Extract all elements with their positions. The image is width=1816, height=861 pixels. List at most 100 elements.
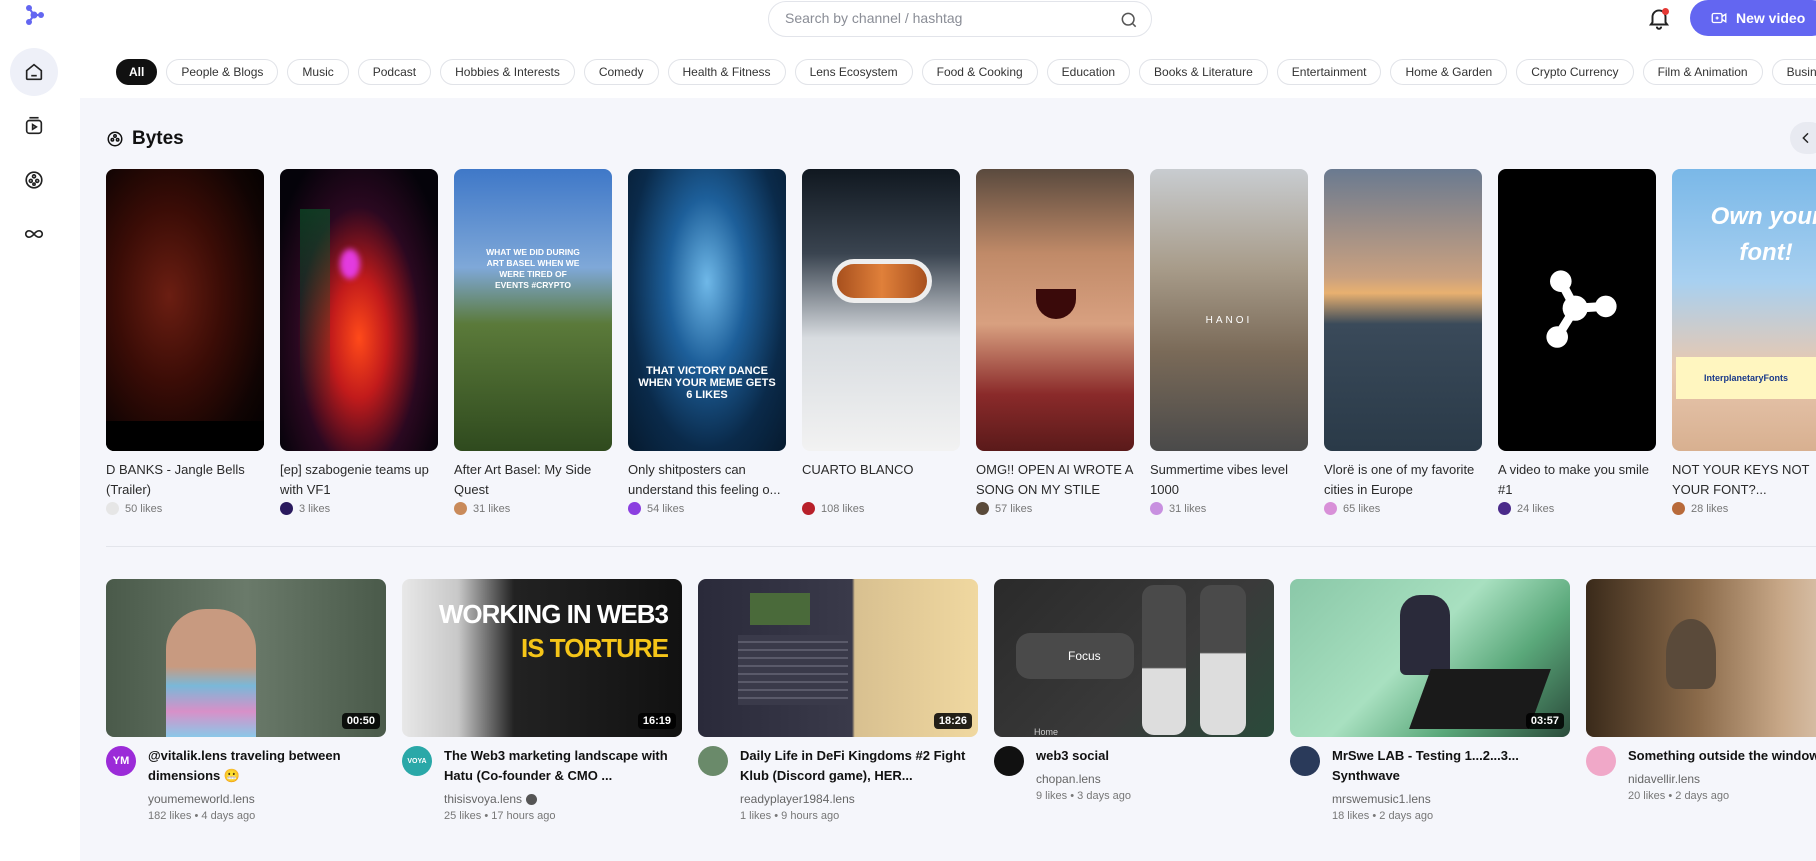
channel-avatar[interactable]: VOYA — [402, 746, 432, 776]
byte-card[interactable]: THAT VICTORY DANCE WHEN YOUR MEME GETS 6… — [628, 169, 786, 515]
channel-handle[interactable]: chopan.lens — [1036, 772, 1101, 786]
byte-overlay-text: WHAT WE DID DURING ART BASEL WHEN WE WER… — [486, 247, 580, 290]
video-card[interactable]: Something outside the window nidavellir.… — [1586, 579, 1816, 822]
byte-card[interactable]: [ep] szabogenie teams up with VF1 3 like… — [280, 169, 438, 515]
byte-title[interactable]: CUARTO BLANCO — [802, 460, 960, 500]
byte-thumbnail[interactable] — [1498, 169, 1656, 451]
channel-name[interactable]: chopan.lens — [1036, 772, 1131, 786]
video-card[interactable]: 00:50 YM @vitalik.lens traveling between… — [106, 579, 386, 822]
byte-card[interactable]: HANOI Summertime vibes level 1000 31 lik… — [1150, 169, 1308, 515]
sidebar-item-explore[interactable] — [10, 210, 58, 258]
channel-name[interactable]: thisisvoya.lens — [444, 792, 682, 806]
byte-thumbnail[interactable]: HANOI — [1150, 169, 1308, 451]
channel-avatar[interactable] — [1586, 746, 1616, 776]
video-thumbnail[interactable]: Focus Home — [994, 579, 1274, 737]
byte-thumbnail[interactable] — [106, 169, 264, 451]
chip-home-garden[interactable]: Home & Garden — [1390, 59, 1508, 85]
video-thumbnail[interactable]: 03:57 — [1290, 579, 1570, 737]
video-title[interactable]: web3 social — [1036, 746, 1131, 766]
channel-handle[interactable]: readyplayer1984.lens — [740, 792, 855, 806]
byte-title[interactable]: Summertime vibes level 1000 — [1150, 460, 1308, 500]
byte-title[interactable]: Only shitposters can understand this fee… — [628, 460, 786, 500]
chip-lens[interactable]: Lens Ecosystem — [794, 59, 913, 85]
channel-handle[interactable]: youmemeworld.lens — [148, 792, 255, 806]
video-thumbnail[interactable] — [1586, 579, 1816, 737]
notifications-button[interactable] — [1646, 5, 1672, 31]
channel-avatar[interactable] — [698, 746, 728, 776]
byte-title[interactable]: A video to make you smile #1 — [1498, 460, 1656, 500]
chip-podcast[interactable]: Podcast — [357, 59, 432, 85]
byte-thumbnail[interactable] — [1324, 169, 1482, 451]
byte-card[interactable]: OMG!! OPEN AI WROTE A SONG ON MY STILE 5… — [976, 169, 1134, 515]
chevron-left-icon — [1802, 132, 1809, 144]
byte-title[interactable]: [ep] szabogenie teams up with VF1 — [280, 460, 438, 500]
chip-books[interactable]: Books & Literature — [1139, 59, 1268, 85]
byte-title[interactable]: NOT YOUR KEYS NOT YOUR FONT?... — [1672, 460, 1816, 500]
sidebar-item-home[interactable] — [10, 48, 58, 96]
chip-film[interactable]: Film & Animation — [1642, 59, 1763, 85]
chip-food[interactable]: Food & Cooking — [921, 59, 1038, 85]
chip-education[interactable]: Education — [1046, 59, 1131, 85]
chip-hobbies[interactable]: Hobbies & Interests — [440, 59, 575, 85]
byte-card[interactable]: D BANKS - Jangle Bells (Trailer) 50 like… — [106, 169, 264, 515]
channel-handle[interactable]: nidavellir.lens — [1628, 772, 1700, 786]
channel-name[interactable]: mrswemusic1.lens — [1332, 792, 1570, 806]
new-video-button[interactable]: New video — [1690, 0, 1816, 36]
channel-avatar[interactable] — [994, 746, 1024, 776]
byte-title[interactable]: OMG!! OPEN AI WROTE A SONG ON MY STILE — [976, 460, 1134, 500]
byte-thumbnail[interactable] — [802, 169, 960, 451]
chip-people-blogs[interactable]: People & Blogs — [166, 59, 279, 85]
video-title[interactable]: The Web3 marketing landscape with Hatu (… — [444, 746, 682, 786]
video-title[interactable]: MrSwe LAB - Testing 1...2...3... Synthwa… — [1332, 746, 1570, 786]
channel-name[interactable]: readyplayer1984.lens — [740, 792, 978, 806]
video-stats: 182 likes • 4 days ago — [148, 810, 256, 822]
chip-entertainment[interactable]: Entertainment — [1276, 59, 1382, 85]
byte-card[interactable]: WHAT WE DID DURING ART BASEL WHEN WE WER… — [454, 169, 612, 515]
byte-thumbnail[interactable] — [280, 169, 438, 451]
byte-thumbnail[interactable]: THAT VICTORY DANCE WHEN YOUR MEME GETS 6… — [628, 169, 786, 451]
video-thumbnail[interactable]: 00:50 — [106, 579, 386, 737]
chip-comedy[interactable]: Comedy — [583, 59, 659, 85]
chip-crypto[interactable]: Crypto Currency — [1516, 59, 1634, 85]
channel-avatar[interactable] — [1290, 746, 1320, 776]
video-thumbnail[interactable]: 18:26 — [698, 579, 978, 737]
video-card[interactable]: 03:57 MrSwe LAB - Testing 1...2...3... S… — [1290, 579, 1570, 822]
video-title[interactable]: @vitalik.lens traveling between dimensio… — [148, 746, 386, 786]
video-card[interactable]: 18:26 Daily Life in DeFi Kingdoms #2 Fig… — [698, 579, 978, 822]
search-icon[interactable] — [1119, 10, 1139, 30]
search-input[interactable] — [785, 10, 1105, 26]
byte-thumbnail[interactable]: Own your font! InterplanetaryFonts — [1672, 169, 1816, 451]
channel-avatar[interactable]: YM — [106, 746, 136, 776]
channel-name[interactable]: youmemeworld.lens — [148, 792, 386, 806]
video-card[interactable]: WORKING IN WEB3 IS TORTURE 16:19 VOYA Th… — [402, 579, 682, 822]
byte-thumbnail[interactable] — [976, 169, 1134, 451]
chip-business[interactable]: Business — [1771, 59, 1816, 85]
channel-handle[interactable]: mrswemusic1.lens — [1332, 792, 1431, 806]
app-logo-icon[interactable] — [22, 2, 48, 28]
chip-health[interactable]: Health & Fitness — [667, 59, 786, 85]
byte-title[interactable]: After Art Basel: My Side Quest — [454, 460, 612, 500]
video-duration: 18:26 — [933, 713, 972, 729]
video-icon — [25, 116, 43, 135]
chip-music[interactable]: Music — [287, 59, 349, 85]
sidebar-item-videos[interactable] — [10, 102, 58, 150]
sidebar-item-bytes[interactable] — [10, 156, 58, 204]
byte-thumbnail[interactable]: WHAT WE DID DURING ART BASEL WHEN WE WER… — [454, 169, 612, 451]
video-card[interactable]: Focus Home web3 social chopan.lens 9 lik… — [994, 579, 1274, 822]
byte-card[interactable]: Own your font! InterplanetaryFonts NOT Y… — [1672, 169, 1816, 515]
video-thumbnail[interactable]: WORKING IN WEB3 IS TORTURE 16:19 — [402, 579, 682, 737]
byte-card[interactable]: A video to make you smile #1 24 likes — [1498, 169, 1656, 515]
byte-card[interactable]: Vlorë is one of my favorite cities in Eu… — [1324, 169, 1482, 515]
channel-handle[interactable]: thisisvoya.lens — [444, 792, 522, 806]
chip-all[interactable]: All — [116, 59, 158, 85]
byte-card[interactable]: CUARTO BLANCO 108 likes — [802, 169, 960, 515]
verified-badge-icon — [526, 793, 538, 805]
videos-row: 00:50 YM @vitalik.lens traveling between… — [106, 579, 1816, 822]
video-title[interactable]: Daily Life in DeFi Kingdoms #2 Fight Klu… — [740, 746, 978, 786]
byte-meta: 31 likes — [1150, 502, 1308, 515]
byte-title[interactable]: Vlorë is one of my favorite cities in Eu… — [1324, 460, 1482, 500]
byte-title[interactable]: D BANKS - Jangle Bells (Trailer) — [106, 460, 264, 500]
channel-name[interactable]: nidavellir.lens — [1628, 772, 1816, 786]
video-title[interactable]: Something outside the window — [1628, 746, 1816, 766]
bytes-scroll-left-button[interactable] — [1790, 122, 1816, 154]
